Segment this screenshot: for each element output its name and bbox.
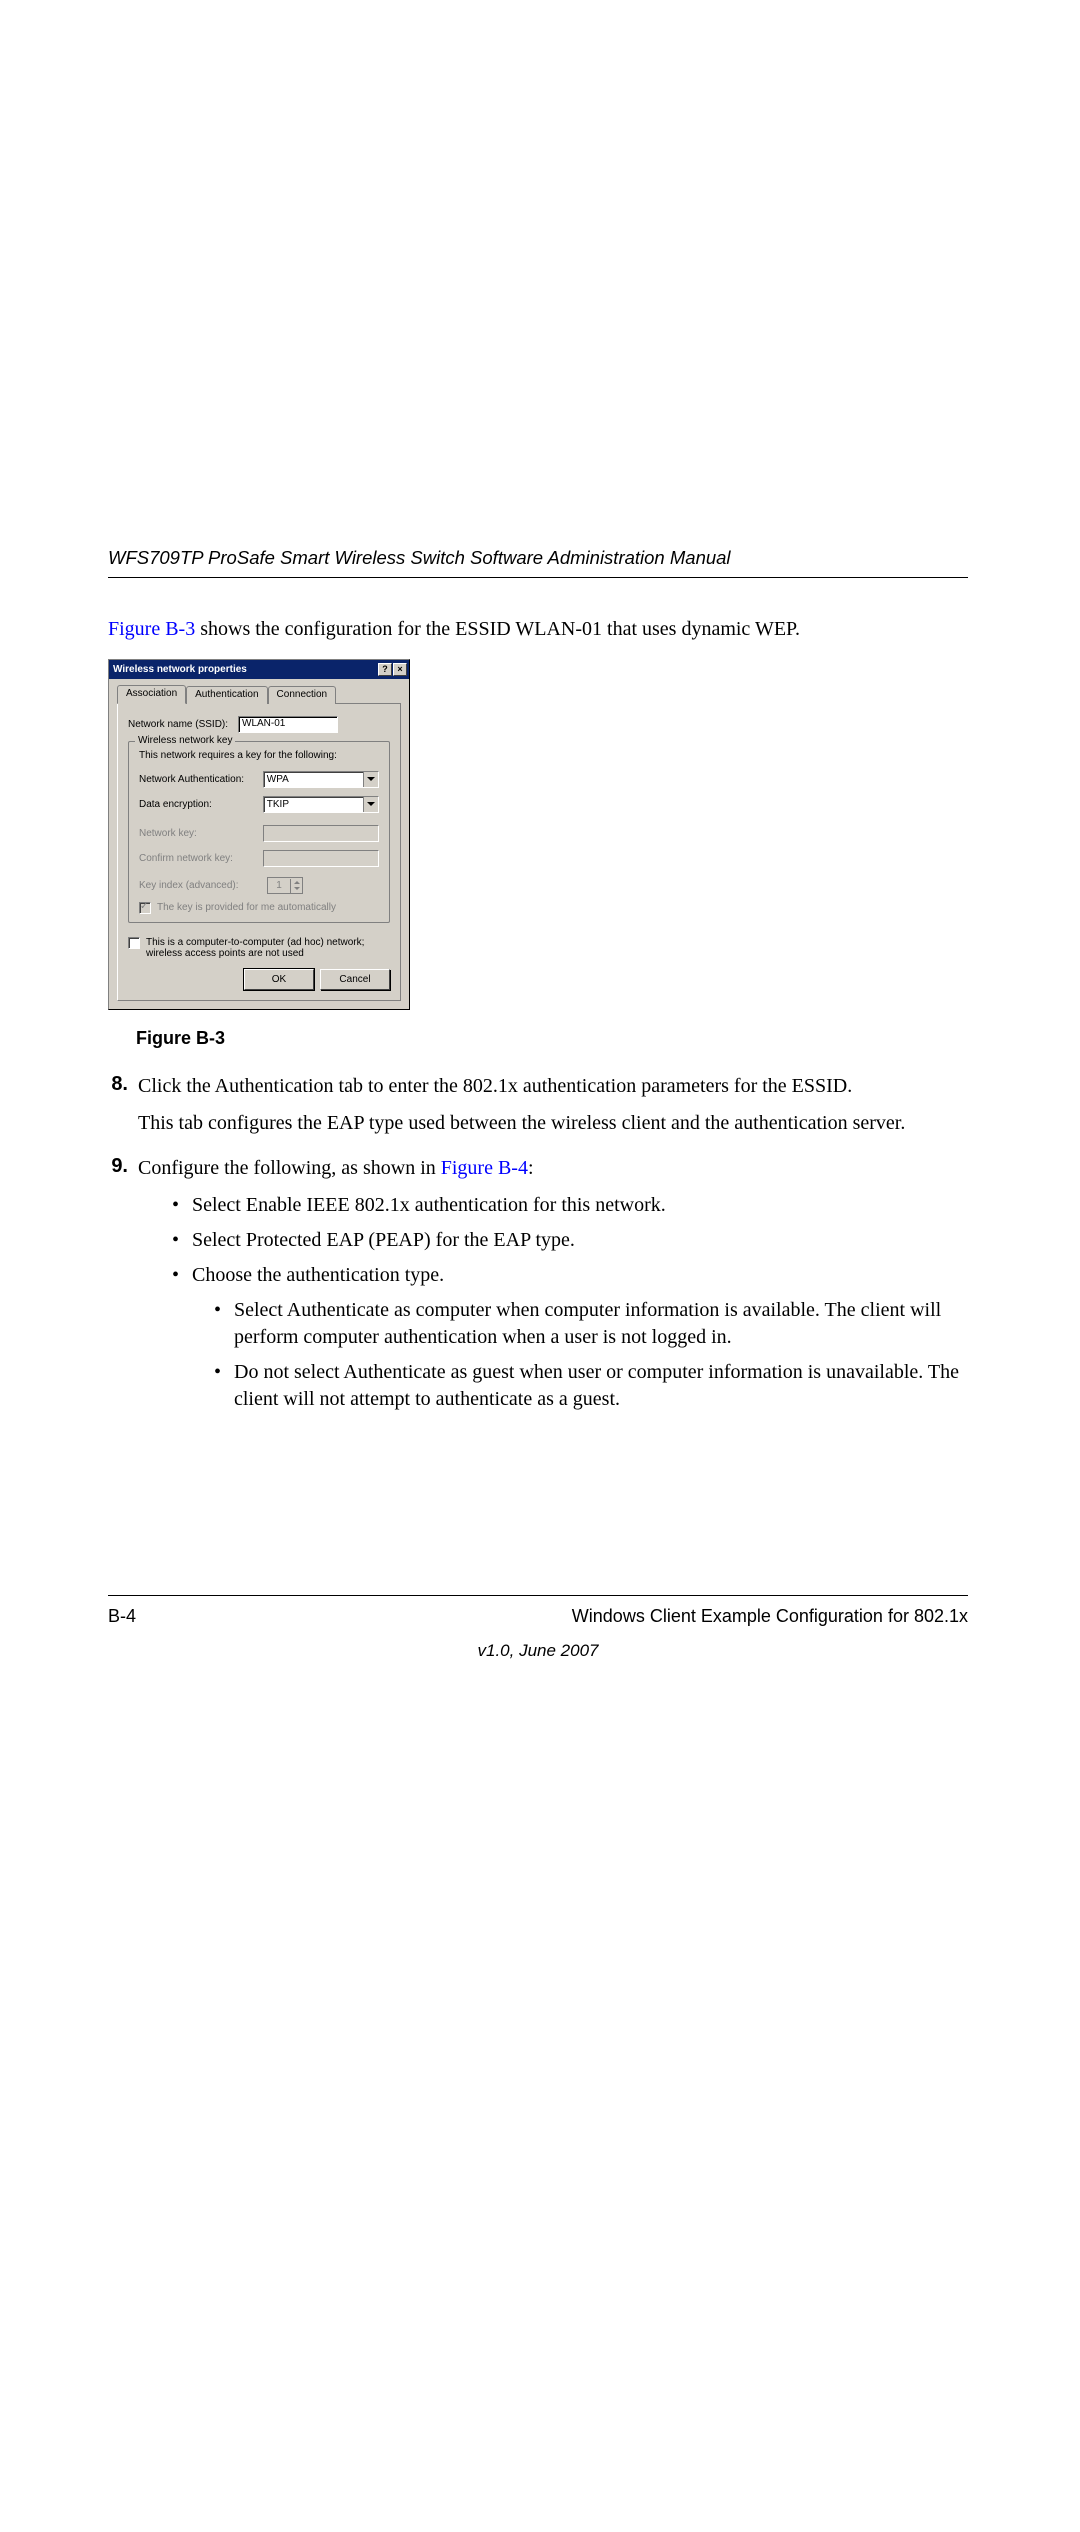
data-encryption-value: TKIP xyxy=(267,799,289,810)
auto-key-label: The key is provided for me automatically xyxy=(157,902,336,913)
checkbox-icon[interactable] xyxy=(128,937,140,949)
footer-version: v1.0, June 2007 xyxy=(108,1641,968,1661)
dialog-title: Wireless network properties xyxy=(113,664,247,675)
auto-key-checkbox: The key is provided for me automatically xyxy=(139,902,379,914)
data-encryption-select[interactable]: TKIP xyxy=(263,796,379,813)
step-number: 8. xyxy=(108,1073,138,1147)
wireless-key-fieldset: Wireless network key This network requir… xyxy=(128,741,390,923)
fieldset-legend: Wireless network key xyxy=(135,735,235,746)
step-9-lead: Configure the following, as shown in Fig… xyxy=(138,1155,968,1182)
cancel-button[interactable]: Cancel xyxy=(320,969,390,990)
sub-bullet-item: Select Authenticate as computer when com… xyxy=(210,1297,968,1351)
adhoc-checkbox[interactable]: This is a computer-to-computer (ad hoc) … xyxy=(128,937,390,959)
figure-caption: Figure B-3 xyxy=(136,1028,968,1049)
figure-reference-link[interactable]: Figure B-4 xyxy=(441,1157,528,1179)
step-8-line-2: This tab configures the EAP type used be… xyxy=(138,1110,968,1137)
confirm-key-label: Confirm network key: xyxy=(139,853,263,864)
network-auth-select[interactable]: WPA xyxy=(263,771,379,788)
tab-row: Association Authentication Connection xyxy=(117,685,401,704)
step-9-text: Configure the following, as shown in xyxy=(138,1157,441,1179)
tab-panel: Network name (SSID): WLAN-01 Wireless ne… xyxy=(117,704,401,1001)
intro-text: shows the configuration for the ESSID WL… xyxy=(195,618,800,640)
key-index-value: 1 xyxy=(268,880,290,891)
stepper-down-icon xyxy=(291,886,302,893)
data-encryption-label: Data encryption: xyxy=(139,799,263,810)
ok-button[interactable]: OK xyxy=(244,969,314,990)
ssid-label: Network name (SSID): xyxy=(128,719,238,730)
chevron-down-icon[interactable] xyxy=(363,772,378,787)
stepper-up-icon xyxy=(291,879,302,886)
key-index-label: Key index (advanced): xyxy=(139,880,267,891)
network-key-label: Network key: xyxy=(139,828,263,839)
bullet-item: Select Enable IEEE 802.1x authentication… xyxy=(168,1192,968,1219)
confirm-key-input xyxy=(263,850,379,867)
tab-authentication[interactable]: Authentication xyxy=(186,686,267,704)
sub-bullet-item: Do not select Authenticate as guest when… xyxy=(210,1359,968,1413)
checkbox-icon xyxy=(139,902,151,914)
ssid-input[interactable]: WLAN-01 xyxy=(238,716,338,733)
fieldset-note: This network requires a key for the foll… xyxy=(139,750,379,761)
bullet-item: Choose the authentication type. Select A… xyxy=(168,1262,968,1413)
close-icon[interactable]: × xyxy=(393,663,407,676)
bullet-text: Choose the authentication type. xyxy=(192,1264,444,1286)
footer-section: Windows Client Example Configuration for… xyxy=(572,1606,968,1627)
chevron-down-icon[interactable] xyxy=(363,797,378,812)
figure-reference-link[interactable]: Figure B-3 xyxy=(108,618,195,640)
page-footer: B-4 Windows Client Example Configuration… xyxy=(108,1595,968,1661)
wireless-properties-dialog: Wireless network properties ? × Associat… xyxy=(108,659,410,1010)
tab-connection[interactable]: Connection xyxy=(268,686,337,704)
step-8-line-1: Click the Authentication tab to enter th… xyxy=(138,1073,968,1100)
step-number: 9. xyxy=(108,1155,138,1421)
network-auth-value: WPA xyxy=(267,774,289,785)
page-number: B-4 xyxy=(108,1606,136,1627)
tab-association[interactable]: Association xyxy=(117,685,186,704)
network-key-input xyxy=(263,825,379,842)
bullet-item: Select Protected EAP (PEAP) for the EAP … xyxy=(168,1227,968,1254)
step-9-tail: : xyxy=(528,1157,534,1179)
help-icon[interactable]: ? xyxy=(378,663,392,676)
key-index-stepper: 1 xyxy=(267,877,303,894)
intro-paragraph: Figure B-3 shows the configuration for t… xyxy=(108,618,968,641)
network-auth-label: Network Authentication: xyxy=(139,774,263,785)
adhoc-label: This is a computer-to-computer (ad hoc) … xyxy=(146,937,390,959)
dialog-titlebar: Wireless network properties ? × xyxy=(109,660,409,679)
document-header: WFS709TP ProSafe Smart Wireless Switch S… xyxy=(108,547,968,578)
